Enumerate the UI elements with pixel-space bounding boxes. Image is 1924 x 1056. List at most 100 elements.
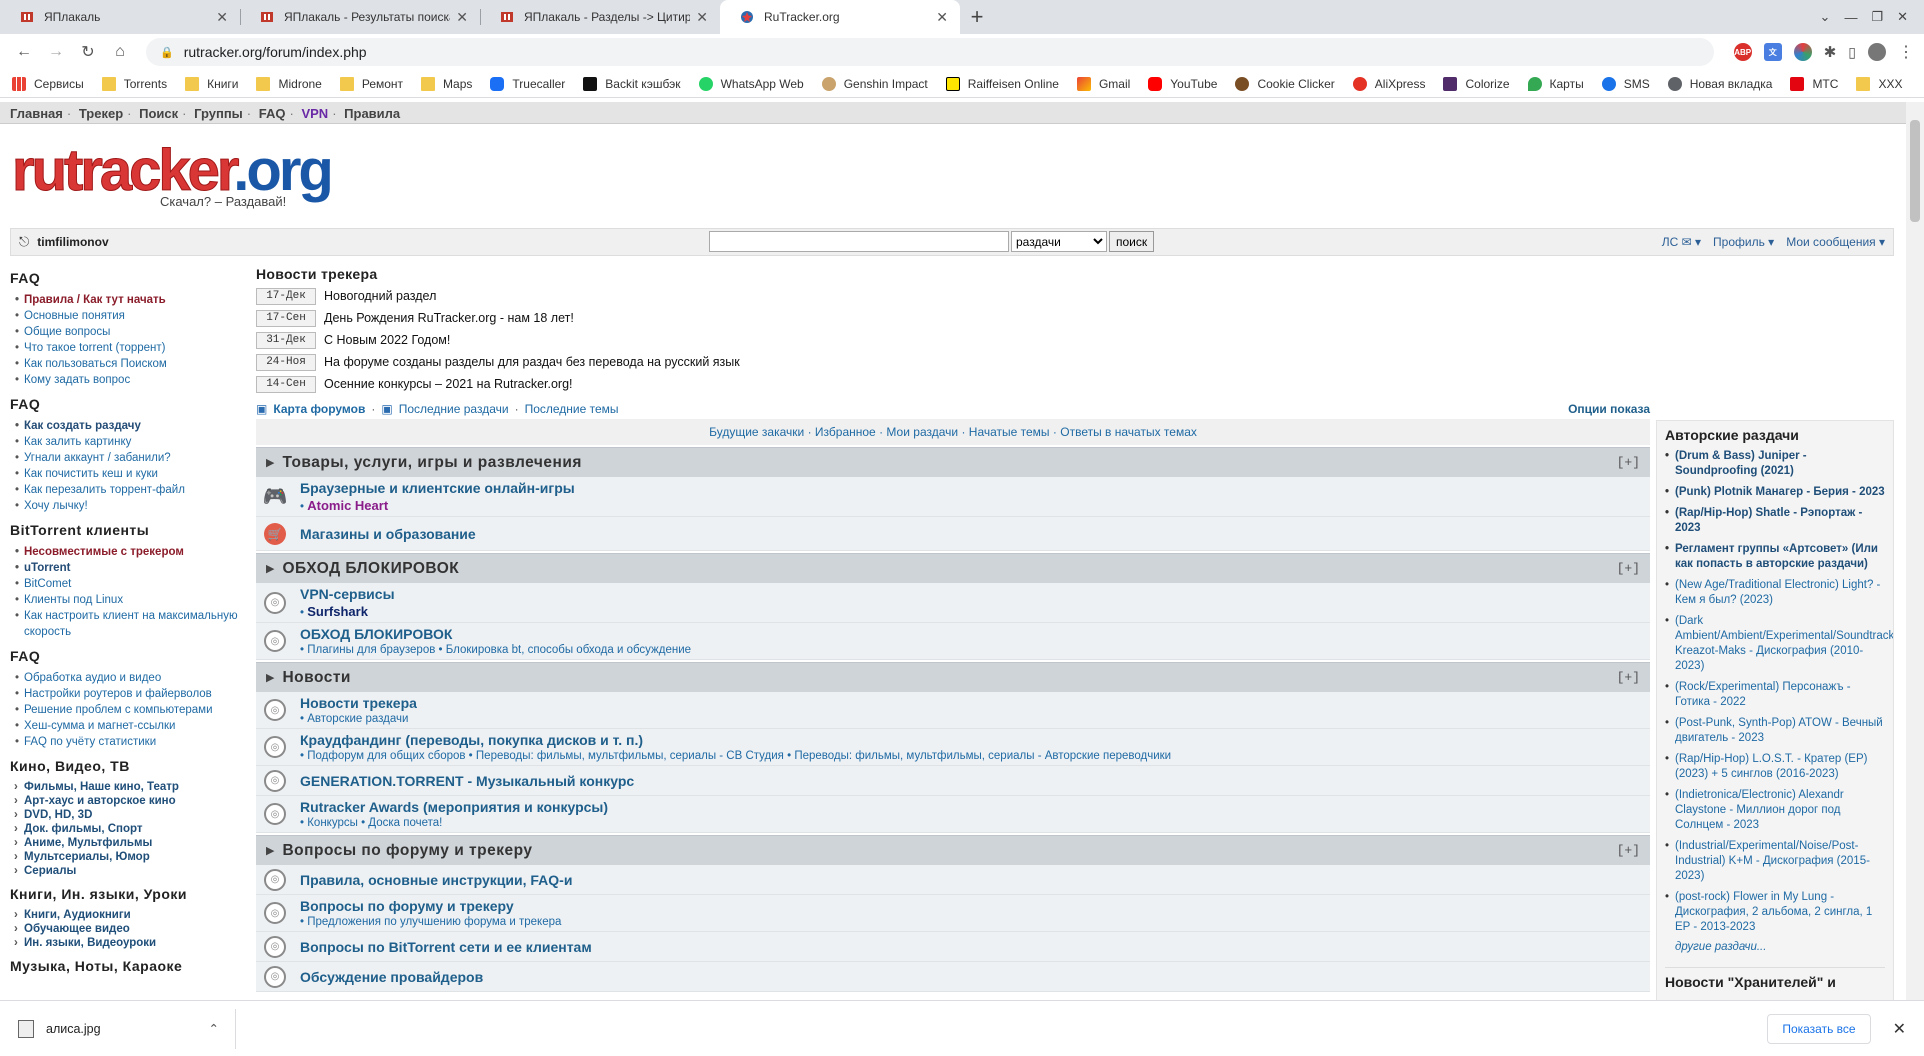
subforum-link[interactable]: Surfshark (307, 604, 368, 619)
category-link[interactable]: Мультсериалы, Юмор (14, 850, 246, 864)
bookmark-torrents[interactable]: Torrents (101, 76, 167, 91)
nav-search-link[interactable]: Поиск (139, 106, 178, 121)
category-link[interactable]: DVD, HD, 3D (14, 808, 246, 822)
site-logo[interactable]: rutracker.org Скачал? – Раздавай! (11, 141, 342, 214)
forum-link[interactable]: GENERATION.TORRENT - Музыкальный конкурс (300, 773, 634, 789)
bookmark-mts[interactable]: МТС (1790, 76, 1838, 91)
tab-search-chevron-icon[interactable]: ⌄ (1820, 9, 1831, 25)
bookmark-books[interactable]: Книги (185, 76, 238, 91)
show-all-downloads-button[interactable]: Показать все (1767, 1013, 1871, 1044)
nav-tracker-link[interactable]: Трекер (79, 106, 123, 121)
faq-link[interactable]: Как почистить кеш и куки (15, 466, 246, 482)
scrollbar-thumb[interactable] (1910, 120, 1920, 222)
category-header[interactable]: ▶ Новости [+] (256, 662, 1650, 692)
puzzle-extensions-icon[interactable]: ✱ (1824, 43, 1837, 61)
forum-map-link[interactable]: Карта форумов (273, 402, 365, 416)
forum-link[interactable]: Обсуждение провайдеров (300, 969, 483, 985)
home-icon[interactable]: ⌂ (106, 38, 134, 66)
bookmark-maps-google[interactable]: Карты (1527, 76, 1584, 91)
address-bar[interactable]: 🔒 rutracker.org/forum/index.php ⇪ ☆ (146, 38, 1894, 950)
forum-link[interactable]: Rutracker Awards (мероприятия и конкурсы… (300, 799, 608, 815)
bt-link-utorrent[interactable]: uTorrent (15, 560, 246, 576)
browser-tab-1[interactable]: ЯПлакаль ✕ (0, 0, 240, 34)
forum-link[interactable]: ОБХОД БЛОКИРОВОК (300, 626, 691, 642)
faq-link[interactable]: Решение проблем с компьютерами (15, 702, 246, 718)
bookmark-sms[interactable]: SMS (1601, 76, 1650, 91)
subforum-links[interactable]: Предложения по улучшению форума и трекер… (307, 916, 561, 928)
category-link[interactable]: Фильмы, Наше кино, Театр (14, 780, 246, 794)
my-messages-menu[interactable]: Мои сообщения ▾ (1786, 235, 1885, 249)
subforum-links[interactable]: Авторские раздачи (307, 713, 408, 725)
bookmark-new-tab[interactable]: Новая вкладка (1667, 76, 1772, 91)
release-link[interactable]: (Post-Punk, Synth-Pop) ATOW - Вечный дви… (1665, 716, 1885, 746)
browser-tab-3[interactable]: ЯПлакаль - Разделы -> Цитируем ✕ (480, 0, 720, 34)
profile-avatar-icon[interactable] (1868, 43, 1886, 61)
new-tab-plus-icon[interactable]: + (960, 0, 994, 34)
tab-close-icon[interactable]: ✕ (696, 9, 708, 26)
expand-button[interactable]: [+] (1617, 843, 1640, 858)
quick-link[interactable]: Ответы в начатых темах (1060, 425, 1197, 439)
faq-link[interactable]: Как залить картинку (15, 434, 246, 450)
subforum-links[interactable]: Подфорум для общих сборов • Переводы: фи… (307, 750, 1171, 762)
recent-topics-link[interactable]: Последние темы (525, 402, 619, 416)
bookmark-repair[interactable]: Ремонт (339, 76, 403, 91)
bt-link[interactable]: Как настроить клиент на максимальную ско… (15, 608, 246, 640)
faq-link-rules[interactable]: Правила / Как тут начать (15, 292, 246, 308)
category-link[interactable]: Аниме, Мультфильмы (14, 836, 246, 850)
bookmark-backit[interactable]: Backit кэшбэк (583, 76, 681, 91)
faq-link[interactable]: Кому задать вопрос (15, 372, 246, 388)
category-header[interactable]: ▶ ОБХОД БЛОКИРОВОК [+] (256, 553, 1650, 583)
chevron-up-icon[interactable]: ⌃ (209, 1021, 219, 1036)
release-link[interactable]: (post-rock) Flower in My Lung - Дискогра… (1665, 890, 1885, 935)
bookmark-whatsapp[interactable]: WhatsApp Web (698, 76, 804, 91)
search-type-select[interactable]: раздачи (1011, 231, 1107, 252)
nav-faq-link[interactable]: FAQ (259, 106, 286, 121)
bookmark-midrone[interactable]: Midrone (256, 76, 322, 91)
username-link[interactable]: timfilimonov (37, 235, 108, 249)
quick-link[interactable]: Будущие закачки (709, 425, 804, 439)
release-link[interactable]: (Rap/Hip-Hop) Shatle - Рэпортаж - 2023 (1665, 506, 1885, 536)
category-link[interactable]: Сериалы (14, 864, 246, 878)
lock-icon[interactable]: 🔒 (160, 46, 174, 59)
nav-vpn-link[interactable]: VPN (301, 106, 328, 121)
faq-link-create-release[interactable]: Как создать раздачу (15, 418, 246, 434)
category-link[interactable]: Арт-хаус и авторское кино (14, 794, 246, 808)
nav-home-link[interactable]: Главная (10, 106, 63, 121)
side-panel-icon[interactable]: ▯ (1848, 44, 1856, 61)
category-link[interactable]: Книги, Аудиокниги (14, 908, 246, 922)
faq-link[interactable]: Обработка аудио и видео (15, 670, 246, 686)
logout-icon[interactable]: ⎋ (19, 234, 29, 250)
display-options-link[interactable]: Опции показа (1568, 402, 1650, 416)
category-link[interactable]: Обучающее видео (14, 922, 246, 936)
forum-link[interactable]: Вопросы по форуму и трекеру (300, 898, 561, 914)
tab-close-icon[interactable]: ✕ (216, 9, 228, 26)
news-link[interactable]: С Новым 2022 Годом! (324, 333, 450, 347)
search-button[interactable]: поиск (1109, 231, 1155, 252)
forum-link[interactable]: Правила, основные инструкции, FAQ-и (300, 872, 572, 888)
browser-menu-icon[interactable]: ⋮ (1898, 42, 1914, 62)
close-window-icon[interactable]: ✕ (1897, 9, 1908, 25)
category-link[interactable]: Док. фильмы, Спорт (14, 822, 246, 836)
faq-link[interactable]: Общие вопросы (15, 324, 246, 340)
translate-extension-icon[interactable]: 文 (1763, 43, 1782, 61)
browser-tab-4-active[interactable]: RuTracker.org ✕ (720, 0, 960, 34)
release-link[interactable]: (Dark Ambient/Ambient/Experimental/Sound… (1665, 614, 1893, 674)
page-scrollbar[interactable] (1906, 102, 1924, 1000)
faq-link[interactable]: Хеш-сумма и магнет-ссылки (15, 718, 246, 734)
subforum-links[interactable]: Плагины для браузеров • Блокировка bt, с… (307, 644, 691, 656)
expand-button[interactable]: [+] (1617, 670, 1640, 685)
faq-link[interactable]: FAQ по учёту статистики (15, 734, 246, 750)
adblock-extension-icon[interactable]: ABP (1733, 43, 1752, 61)
bookmark-services[interactable]: Сервисы (12, 76, 84, 91)
bookmark-cookie-clicker[interactable]: Cookie Clicker (1235, 76, 1335, 91)
release-link[interactable]: (Rock/Experimental) Персонажъ - Готика -… (1665, 680, 1885, 710)
bookmark-colorize[interactable]: Colorize (1443, 76, 1510, 91)
release-link[interactable]: (New Age/Traditional Electronic) Light? … (1665, 578, 1885, 608)
quick-link[interactable]: Начатые темы (969, 425, 1050, 439)
news-link[interactable]: День Рождения RuTracker.org - нам 18 лет… (324, 311, 574, 325)
forward-arrow-icon[interactable]: → (42, 38, 70, 66)
tab-close-icon[interactable]: ✕ (456, 9, 468, 26)
news-link[interactable]: На форуме созданы разделы для раздач без… (324, 355, 740, 369)
news-link[interactable]: Осенние конкурсы – 2021 на Rutracker.org… (324, 377, 573, 391)
recent-releases-link[interactable]: Последние раздачи (399, 402, 509, 416)
